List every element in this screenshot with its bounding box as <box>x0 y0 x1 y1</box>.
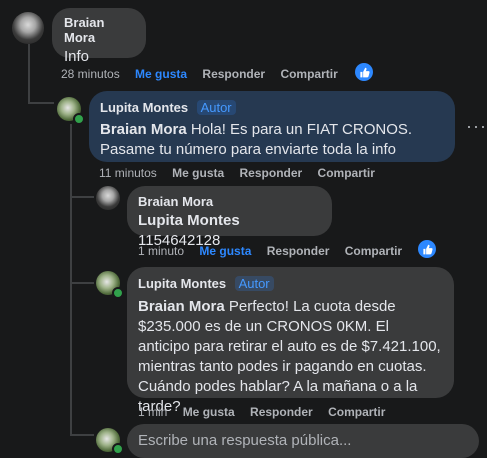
online-status-icon <box>112 287 124 299</box>
like-button[interactable]: Me gusta <box>183 405 235 419</box>
comment-time[interactable]: 11 minutos <box>99 166 157 180</box>
thread-line <box>70 282 94 284</box>
reply-input[interactable]: Escribe una respuesta pública... <box>127 424 479 458</box>
comment-bubble: Lupita Montes Autor Braian Mora Hola! Es… <box>89 91 455 162</box>
mention-link[interactable]: Lupita Montes <box>138 212 240 229</box>
comment-author[interactable]: Braian Mora <box>64 15 134 45</box>
comment-actions: 1 minuto Me gusta Responder Compartir <box>138 244 414 258</box>
reply-button[interactable]: Responder <box>240 166 303 180</box>
like-reaction-icon[interactable] <box>418 240 436 258</box>
thread-line <box>28 44 30 104</box>
mention-link[interactable]: Braian Mora <box>138 298 225 315</box>
share-button[interactable]: Compartir <box>345 244 402 258</box>
like-button[interactable]: Me gusta <box>199 244 251 258</box>
comment-author[interactable]: Braian Mora <box>138 194 321 209</box>
like-button[interactable]: Me gusta <box>172 166 224 180</box>
comment-text: Info <box>64 48 90 65</box>
reply-button[interactable]: Responder <box>202 67 265 81</box>
comment-time[interactable]: 1 min <box>138 405 167 419</box>
author-badge: Autor <box>234 276 274 291</box>
thread-line <box>70 434 94 436</box>
share-button[interactable]: Compartir <box>328 405 385 419</box>
avatar[interactable] <box>96 186 120 210</box>
comment-time[interactable]: 1 minuto <box>138 244 184 258</box>
more-options-icon[interactable]: ··· <box>466 116 487 137</box>
comment-time[interactable]: 28 minutos <box>61 67 120 81</box>
comment-bubble: Braian Mora Lupita Montes 1154642128 <box>127 186 332 249</box>
like-button[interactable]: Me gusta <box>135 67 187 81</box>
like-reaction-icon[interactable] <box>355 63 373 81</box>
online-status-icon <box>73 113 85 125</box>
share-button[interactable]: Compartir <box>280 67 337 81</box>
mention-link[interactable]: Braian Mora <box>100 121 187 138</box>
comment-body: Perfecto! La cuota desde $235.000 es de … <box>138 298 441 415</box>
avatar[interactable] <box>12 12 44 44</box>
comment-author[interactable]: Lupita Montes <box>100 100 188 115</box>
comment-actions: 11 minutos Me gusta Responder Compartir <box>99 166 387 180</box>
online-status-icon <box>112 443 124 455</box>
author-badge: Autor <box>196 100 236 115</box>
comment-bubble: Braian Mora Info <box>52 8 146 65</box>
thread-line <box>28 102 54 104</box>
thread-line <box>70 196 94 198</box>
thread-line <box>70 124 72 434</box>
comment-actions: 28 minutos Me gusta Responder Compartir <box>61 67 350 81</box>
comment-bubble: Lupita Montes Autor Braian Mora Perfecto… <box>127 267 454 415</box>
reply-button[interactable]: Responder <box>250 405 313 419</box>
share-button[interactable]: Compartir <box>318 166 375 180</box>
reply-button[interactable]: Responder <box>267 244 330 258</box>
comment-text: Braian Mora Perfecto! La cuota desde $23… <box>138 297 443 417</box>
comment-text: Braian Mora Hola! Es para un FIAT CRONOS… <box>100 120 444 160</box>
comment-author[interactable]: Lupita Montes <box>138 276 226 291</box>
comment-actions: 1 min Me gusta Responder Compartir <box>138 405 397 419</box>
